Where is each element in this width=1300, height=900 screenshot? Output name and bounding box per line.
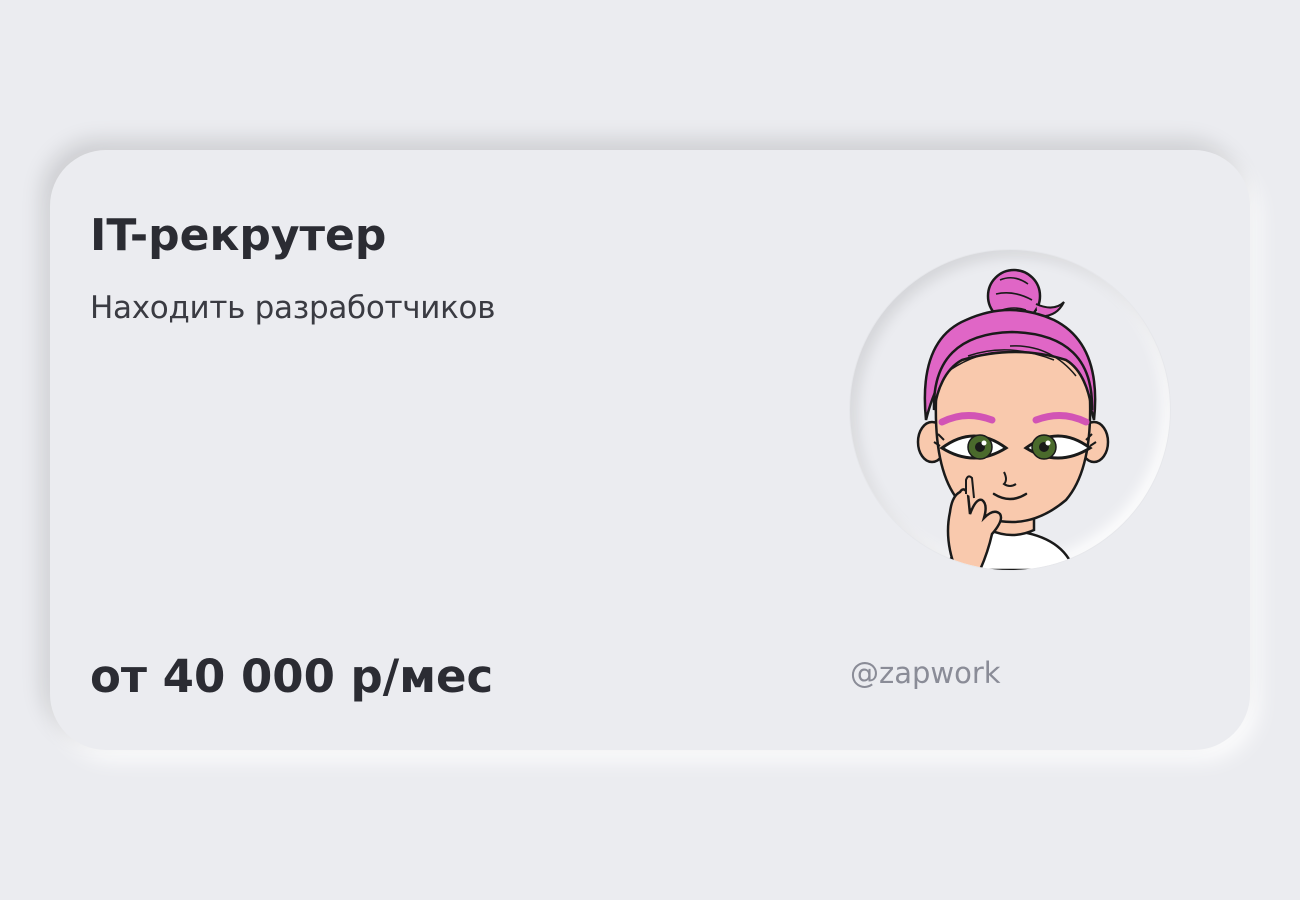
channel-handle: @zapwork xyxy=(850,656,1001,690)
avatar xyxy=(850,250,1170,570)
recruiter-girl-avatar-icon xyxy=(916,268,1110,570)
job-description: Находить разработчиков xyxy=(90,290,496,326)
job-card[interactable]: IT-рекрутер Находить разработчиков от 40… xyxy=(50,150,1250,750)
salary-label: от 40 000 р/мес xyxy=(90,650,494,703)
job-title: IT-рекрутер xyxy=(90,210,387,261)
